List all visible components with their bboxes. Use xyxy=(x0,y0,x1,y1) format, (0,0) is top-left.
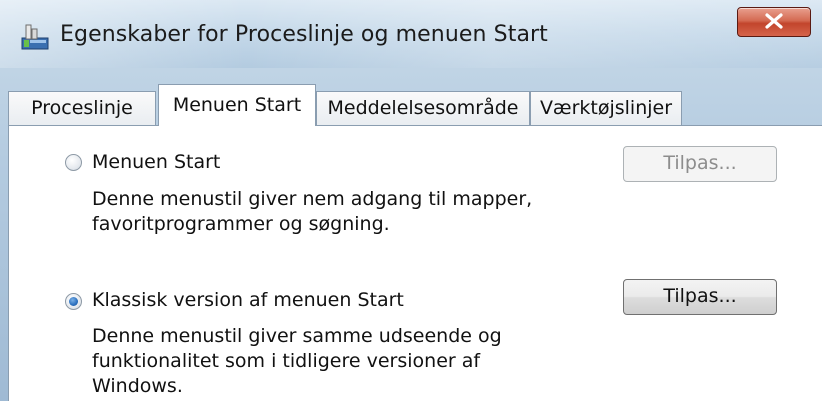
tab-label: Meddelelsesområde xyxy=(327,97,519,119)
radio-selected-dot xyxy=(69,297,78,306)
customize-button-menuen-start: Tilpas... xyxy=(623,146,777,182)
window-title: Egenskaber for Proceslinje og menuen Sta… xyxy=(60,22,548,47)
option-description-klassisk-menu: Denne menustil giver samme udseende og f… xyxy=(92,325,502,397)
taskbar-properties-icon xyxy=(20,22,50,52)
tab-label: Værktøjslinjer xyxy=(539,97,673,119)
title-bar[interactable]: Egenskaber for Proceslinje og menuen Sta… xyxy=(0,0,822,68)
tab-proceslinje[interactable]: Proceslinje xyxy=(8,91,156,125)
tab-vaerktoejslinjer[interactable]: Værktøjslinjer xyxy=(530,91,682,125)
radio-menuen-start[interactable] xyxy=(65,154,82,171)
option-description-menuen-start: Denne menustil giver nem adgang til mapp… xyxy=(92,188,533,235)
tab-meddelelsesomraade[interactable]: Meddelelsesområde xyxy=(316,91,530,125)
close-button[interactable] xyxy=(737,7,811,37)
tab-label: Proceslinje xyxy=(31,97,133,119)
tab-label: Menuen Start xyxy=(172,94,302,116)
option-label-klassisk-menu: Klassisk version af menuen Start xyxy=(92,289,404,311)
customize-button-klassisk-menu[interactable]: Tilpas... xyxy=(623,279,777,315)
option-label-menuen-start: Menuen Start xyxy=(92,151,221,173)
radio-klassisk-menu[interactable] xyxy=(65,293,82,310)
close-icon xyxy=(765,13,783,29)
tab-panel-menuen-start: Menuen Start Denne menustil giver nem ad… xyxy=(8,125,822,401)
properties-dialog: Egenskaber for Proceslinje og menuen Sta… xyxy=(0,0,822,401)
tab-menuen-start[interactable]: Menuen Start xyxy=(158,84,316,126)
